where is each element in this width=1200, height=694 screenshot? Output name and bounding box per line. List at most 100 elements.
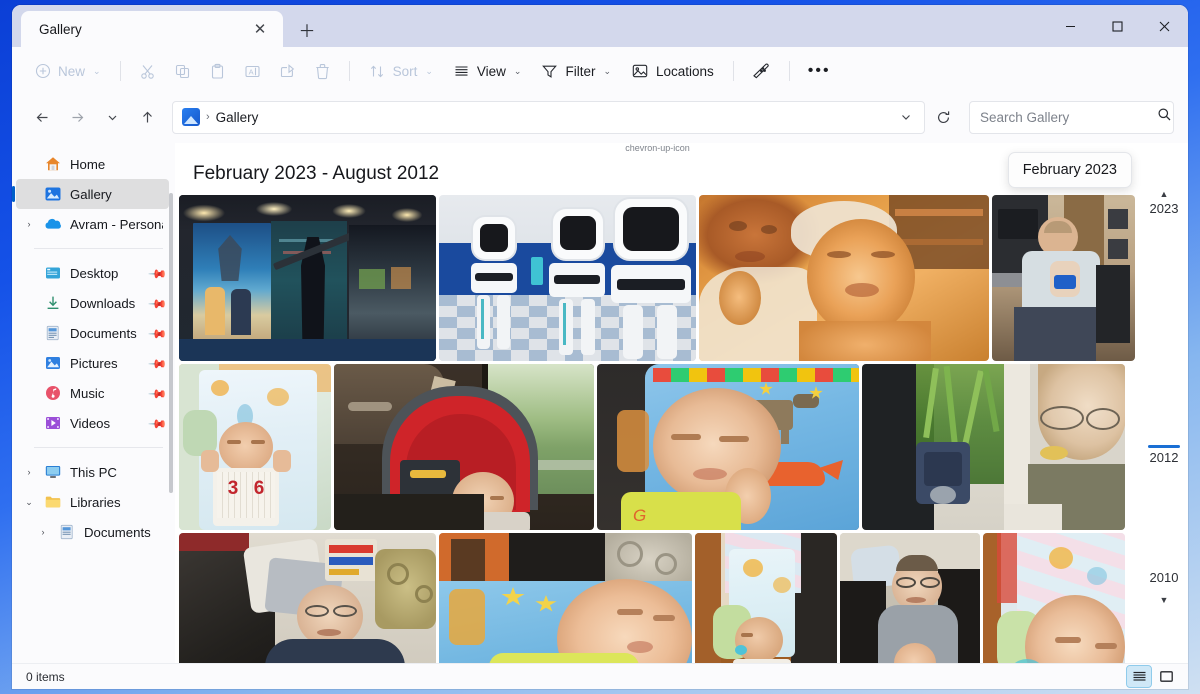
photo-row [179,195,1140,361]
scrub-down-arrow[interactable]: ▼ [1160,595,1169,605]
overflow-label: ••• [808,66,831,76]
photo-image [862,364,1125,530]
gallery-icon [182,108,200,126]
photo-thumbnail[interactable]: G [597,364,859,530]
minimize-icon[interactable] [1047,5,1094,47]
year-label-2012[interactable]: 2012 [1140,450,1188,465]
sidebar-item-onedrive[interactable]: › Avram - Personal [16,209,169,239]
photo-thumbnail[interactable] [840,533,980,663]
pictures-icon [44,354,62,372]
pin-icon[interactable]: 📌 [148,354,166,372]
paste-button[interactable] [201,54,234,88]
cut-button[interactable] [131,54,164,88]
refresh-icon[interactable] [928,101,958,133]
pin-icon[interactable]: 📌 [148,414,166,432]
overflow-menu-button[interactable]: ••• [800,54,839,88]
slideshow-icon[interactable] [744,54,779,88]
sidebar-item-gallery[interactable]: Gallery [16,179,169,209]
sidebar-item-downloads[interactable]: Downloads 📌 [16,288,169,318]
close-icon[interactable]: ✕ [247,16,273,42]
chevron-right-icon[interactable]: › [22,219,36,229]
sort-button[interactable]: Sort ⌄ [360,54,442,88]
arrow-up-icon[interactable] [131,101,163,133]
photo-thumbnail[interactable] [179,533,436,663]
status-bar: 0 items [12,663,1188,689]
photo-thumbnail[interactable] [992,195,1135,361]
sidebar-item-label: Desktop [70,266,143,281]
chevron-right-icon[interactable]: › [22,467,36,477]
photo-thumbnail[interactable]: Grandma [439,533,692,663]
breadcrumb-separator: › [206,111,210,123]
arrow-left-icon[interactable] [26,101,58,133]
photo-thumbnail[interactable] [699,195,989,361]
sidebar-item-libraries[interactable]: ⌄ Libraries [16,487,169,517]
chevron-right-icon[interactable]: › [36,527,50,537]
close-icon[interactable] [1141,5,1188,47]
filter-button[interactable]: Filter ⌄ [532,54,620,88]
chevron-down-icon[interactable] [96,101,128,133]
photo-row: Grandma [179,533,1140,663]
chevron-down-icon[interactable] [892,104,920,131]
share-button[interactable] [271,54,304,88]
tab-strip: Gallery ✕ ＋ [12,5,325,47]
filter-label: Filter [565,64,595,79]
gallery-pane: chevron-up-icon February 2023 - August 2… [175,143,1140,663]
sidebar-item-label: Downloads [70,296,143,311]
sidebar-item-label: Documents [84,525,163,540]
sidebar-item-documents[interactable]: Documents 📌 [16,318,169,348]
scrub-up-arrow[interactable]: ▲ [1160,189,1169,199]
address-bar: › Gallery [12,95,1188,143]
photo-image: 3 6 [179,364,331,530]
year-scrubber[interactable]: ▲ 2023 2012 2010 ▼ [1140,143,1188,663]
pin-icon[interactable]: 📌 [148,324,166,342]
videos-icon [44,414,62,432]
tab-gallery[interactable]: Gallery ✕ [21,11,283,47]
photo-thumbnail[interactable]: 36 [695,533,837,663]
details-view-icon[interactable] [1127,666,1151,687]
sidebar-item-home[interactable]: Home [16,149,169,179]
delete-button[interactable] [306,54,339,88]
sidebar-item-label: Libraries [70,495,163,510]
new-button[interactable]: New ⌄ [26,54,110,88]
pin-icon[interactable]: 📌 [148,384,166,402]
file-explorer-window: Gallery ✕ ＋ New ⌄ [12,5,1188,689]
documents-icon [44,324,62,342]
pin-icon[interactable]: 📌 [148,264,166,282]
sidebar-item-desktop[interactable]: Desktop 📌 [16,258,169,288]
large-icons-view-icon[interactable] [1154,666,1178,687]
photo-thumbnail[interactable] [983,533,1125,663]
photo-thumbnail[interactable] [334,364,594,530]
sidebar-item-label: Pictures [70,356,143,371]
pin-icon[interactable]: 📌 [148,294,166,312]
search-icon[interactable] [1157,107,1172,127]
photo-thumbnail[interactable] [439,195,696,361]
maximize-icon[interactable] [1094,5,1141,47]
photo-thumbnail[interactable] [862,364,1125,530]
sidebar-item-this-pc[interactable]: › This PC [16,457,169,487]
copy-button[interactable] [166,54,199,88]
locations-button[interactable]: Locations [622,54,723,88]
photo-thumbnail[interactable] [179,195,436,361]
onedrive-icon [44,215,62,233]
sidebar-item-label: Home [70,157,163,172]
sidebar-scrollbar[interactable] [169,193,173,493]
chevron-up-icon[interactable]: chevron-up-icon [625,143,690,153]
photo-thumbnail[interactable]: 3 6 [179,364,331,530]
view-button[interactable]: View ⌄ [444,54,531,88]
sidebar-item-libraries-documents[interactable]: › Documents [16,517,169,547]
plus-icon[interactable]: ＋ [289,14,325,44]
breadcrumb[interactable]: › Gallery [172,101,925,134]
search-box[interactable] [969,101,1174,134]
year-label-2023[interactable]: 2023 [1140,201,1188,216]
search-input[interactable] [980,110,1157,125]
sidebar-item-pictures[interactable]: Pictures 📌 [16,348,169,378]
downloads-icon [44,294,62,312]
window-controls [1047,5,1188,47]
arrow-right-icon[interactable] [61,101,93,133]
photo-image [699,195,989,361]
year-label-2010[interactable]: 2010 [1140,570,1188,585]
rename-button[interactable]: A [236,54,269,88]
sidebar-item-music[interactable]: Music 📌 [16,378,169,408]
sidebar-item-videos[interactable]: Videos 📌 [16,408,169,438]
chevron-down-icon[interactable]: ⌄ [22,497,36,508]
